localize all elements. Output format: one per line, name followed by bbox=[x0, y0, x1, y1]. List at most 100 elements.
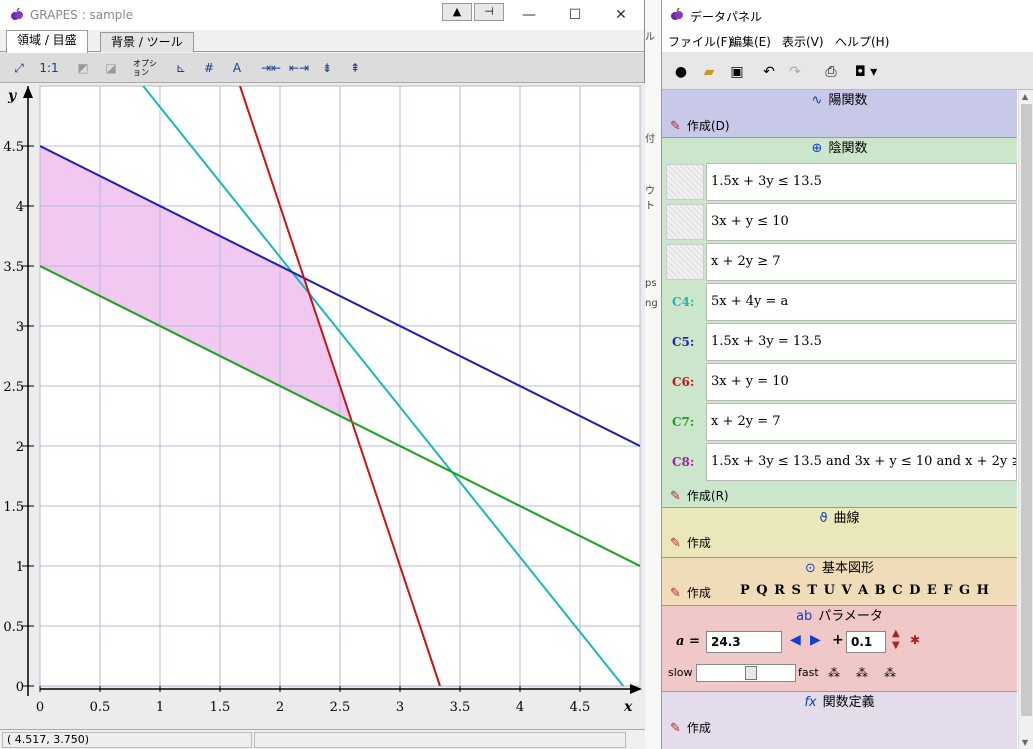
grid-icon[interactable]: # bbox=[198, 57, 220, 79]
menu-edit[interactable]: 編集(E) bbox=[730, 33, 771, 50]
menu-help[interactable]: ヘルプ(H) bbox=[835, 33, 889, 50]
implicit-row-expression[interactable]: x + 2y ≥ 7 bbox=[706, 243, 1017, 281]
speed-row: slow fast ⁂ ⁂ ⁂ bbox=[662, 662, 1017, 686]
status-bar: ( 4.517, 3.750) bbox=[0, 729, 645, 749]
shrink-y-icon[interactable]: ⇟ bbox=[316, 57, 338, 79]
paw-icon[interactable]: ⁂ bbox=[828, 666, 840, 680]
parameter-variable: a = bbox=[676, 634, 700, 649]
implicit-row[interactable]: C7: x + 2y = 7 bbox=[662, 402, 1017, 442]
scroll-down-icon[interactable]: ▼ bbox=[1022, 738, 1028, 747]
function-definition-create-button[interactable]: ✎ 作成 bbox=[670, 719, 711, 736]
implicit-row-tag[interactable]: C7: bbox=[666, 404, 704, 440]
new-grape-icon[interactable]: ● bbox=[670, 62, 692, 82]
font-icon[interactable]: A bbox=[226, 57, 248, 79]
save-icon[interactable]: ▣ bbox=[726, 62, 748, 82]
implicit-row[interactable]: C6: 3x + y = 10 bbox=[662, 362, 1017, 402]
implicit-row-expression[interactable]: x + 2y = 7 bbox=[706, 403, 1017, 441]
undo-zoom-icon[interactable]: ◩ bbox=[72, 57, 94, 79]
implicit-row-expression[interactable]: 1.5x + 3y ≤ 13.5 and 3x + y ≤ 10 and x +… bbox=[706, 443, 1017, 481]
pen-icon: ✎ bbox=[670, 536, 681, 551]
cursor-coordinates: ( 4.517, 3.750) bbox=[2, 732, 252, 748]
parameter-value-input[interactable]: 24.3 bbox=[706, 631, 782, 653]
maximize-button[interactable]: ☐ bbox=[560, 6, 590, 24]
implicit-row-tag[interactable]: C5: bbox=[666, 324, 704, 360]
fast-label: fast bbox=[798, 666, 819, 679]
pin-button[interactable]: ⊣ bbox=[474, 3, 504, 21]
tab-region-scale[interactable]: 領域 / 目盛 bbox=[6, 30, 88, 53]
scroll-up-icon[interactable]: ▲ bbox=[1022, 92, 1028, 101]
explicit-create-button[interactable]: ✎ 作成(D) bbox=[670, 117, 730, 134]
open-folder-icon[interactable]: ▰ bbox=[698, 62, 720, 82]
decrement-arrow-icon[interactable]: ◀ bbox=[790, 632, 801, 648]
tab-row: 領域 / 目盛 背景 / ツール bbox=[0, 30, 644, 53]
redo-zoom-icon[interactable]: ◪ bbox=[100, 57, 122, 79]
implicit-create-button[interactable]: ✎ 作成(R) bbox=[670, 487, 729, 504]
x-tick-label: 0 bbox=[36, 700, 44, 715]
options-button[interactable]: オプション bbox=[132, 57, 158, 79]
implicit-row-tag[interactable]: C4: bbox=[666, 284, 704, 320]
scrollbar-thumb[interactable] bbox=[1021, 104, 1032, 716]
y-tick-label: 4 bbox=[16, 200, 24, 215]
implicit-row[interactable]: C8: 1.5x + 3y ≤ 13.5 and 3x + y ≤ 10 and … bbox=[662, 442, 1017, 482]
paw-multi-icon[interactable]: ⁂ bbox=[884, 666, 896, 680]
window-title: GRAPES : sample bbox=[30, 8, 134, 22]
implicit-row-expression[interactable]: 1.5x + 3y = 13.5 bbox=[706, 323, 1017, 361]
implicit-row[interactable]: C4: 5x + 4y = a bbox=[662, 282, 1017, 322]
animate-icon[interactable]: ✱ bbox=[910, 633, 920, 647]
figure-create-button[interactable]: ✎ 作成 bbox=[670, 584, 711, 601]
redo-icon[interactable]: ↷ bbox=[784, 62, 806, 82]
step-prefix: + bbox=[832, 632, 844, 648]
x-tick-label: 3.5 bbox=[450, 700, 471, 715]
graph-toolbar: ⤢ 1:1 ◩ ◪ オプション ⊾ # A ⇥⇤ ⇤⇥ ⇟ ⇞ bbox=[0, 53, 644, 83]
x-tick-label: 0.5 bbox=[90, 700, 111, 715]
menu-file[interactable]: ファイル(F) bbox=[668, 33, 732, 50]
close-button[interactable]: ✕ bbox=[606, 6, 636, 24]
grapes-window: GRAPES : sample ▲ ⊣ — ☐ ✕ 領域 / 目盛 背景 / ツ… bbox=[0, 0, 645, 749]
implicit-row-tag[interactable]: C6: bbox=[666, 364, 704, 400]
point-name-list[interactable]: P Q R S T U V A B C D E F G H bbox=[740, 583, 989, 598]
menu-bar: ファイル(F) 編集(E) 表示(V) ヘルプ(H) bbox=[662, 30, 1033, 52]
menu-view[interactable]: 表示(V) bbox=[782, 33, 824, 50]
graph-plot[interactable]: 0 0.5 1 1.5 2 2.5 3 3.5 4 4.5 0 0.5 1 1.5 2 2.5 3 3.5 4 4.5… bbox=[0, 83, 645, 729]
implicit-row-expression[interactable]: 3x + y = 10 bbox=[706, 363, 1017, 401]
data-panel-scrollbar[interactable]: ▲ ▼ bbox=[1018, 90, 1033, 749]
implicit-row-expression[interactable]: 5x + 4y = a bbox=[706, 283, 1017, 321]
curve-create-button[interactable]: ✎ 作成 bbox=[670, 534, 711, 551]
implicit-row-tag[interactable] bbox=[666, 204, 704, 240]
y-tick-label: 3.5 bbox=[3, 260, 24, 275]
tab-background-tools[interactable]: 背景 / ツール bbox=[100, 32, 194, 52]
collapse-up-button[interactable]: ▲ bbox=[442, 3, 472, 21]
implicit-row[interactable]: C5: 1.5x + 3y = 13.5 bbox=[662, 322, 1017, 362]
shrink-x-icon[interactable]: ⇥⇤ bbox=[260, 57, 282, 79]
graph-area[interactable]: 0 0.5 1 1.5 2 2.5 3 3.5 4 4.5 0 0.5 1 1.5 2 2.5 3 3.5 4 4.5… bbox=[0, 83, 645, 729]
undo-icon[interactable]: ↶ bbox=[758, 62, 780, 82]
implicit-row-tag[interactable] bbox=[666, 244, 704, 280]
step-value-input[interactable]: 0.1 bbox=[846, 631, 886, 653]
speed-slider[interactable] bbox=[696, 664, 796, 682]
expand-x-icon[interactable]: ⇤⇥ bbox=[288, 57, 310, 79]
minimize-button[interactable]: — bbox=[514, 6, 544, 24]
status-cell-empty bbox=[254, 732, 626, 748]
fit-view-icon[interactable]: ⤢ bbox=[8, 57, 30, 79]
bg-text: ng bbox=[645, 298, 658, 309]
implicit-row-expression[interactable]: 3x + y ≤ 10 bbox=[706, 203, 1017, 241]
curve-header: ϑ 曲線 bbox=[819, 511, 860, 526]
one-to-one-icon[interactable]: 1:1 bbox=[38, 57, 60, 79]
implicit-row-tag[interactable] bbox=[666, 164, 704, 200]
axes-icon[interactable]: ⊾ bbox=[170, 57, 192, 79]
paw-cat-icon[interactable]: ⁂ bbox=[856, 666, 868, 680]
y-tick-label: 3 bbox=[16, 320, 24, 335]
increment-arrow-icon[interactable]: ▶ bbox=[810, 632, 821, 648]
camera-icon[interactable]: ◘ ▾ bbox=[848, 62, 884, 82]
x-axis-label: x bbox=[623, 699, 633, 715]
data-panel-body: ∿ 陽関数 ✎ 作成(D) ⊕ 陰関数 1.5x + 3y ≤ 13.5 3x + y … bbox=[662, 90, 1033, 749]
implicit-row[interactable]: 1.5x + 3y ≤ 13.5 bbox=[662, 162, 1017, 202]
step-spinner-icon[interactable]: ▲ ▼ bbox=[892, 628, 900, 652]
implicit-row-tag[interactable]: C8: bbox=[666, 444, 704, 480]
implicit-row[interactable]: x + 2y ≥ 7 bbox=[662, 242, 1017, 282]
implicit-row[interactable]: 3x + y ≤ 10 bbox=[662, 202, 1017, 242]
implicit-row-expression[interactable]: 1.5x + 3y ≤ 13.5 bbox=[706, 163, 1017, 201]
speed-slider-thumb[interactable] bbox=[745, 666, 757, 680]
print-icon[interactable]: ⎙ bbox=[820, 62, 842, 82]
expand-y-icon[interactable]: ⇞ bbox=[344, 57, 366, 79]
